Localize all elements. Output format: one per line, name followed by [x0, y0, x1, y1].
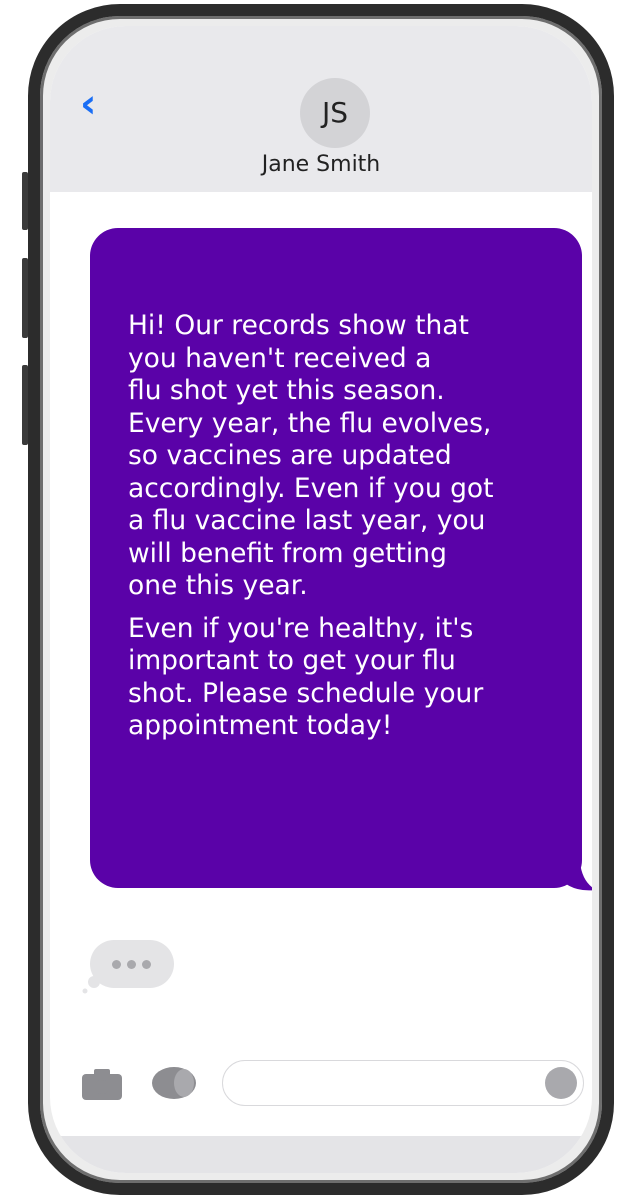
send-icon[interactable] [545, 1067, 577, 1099]
typing-dot [112, 960, 121, 969]
keyboard-area [50, 1136, 592, 1173]
avatar[interactable]: JS [300, 78, 370, 148]
chevron-left-icon[interactable]: ‹ [80, 84, 110, 124]
message-input[interactable] [237, 1061, 531, 1107]
messages-screen: ‹ JS Jane Smith Hi! Our records show tha… [50, 26, 592, 1173]
conversation-header: ‹ JS Jane Smith [50, 26, 592, 192]
camera-icon[interactable] [82, 1068, 122, 1100]
message-input-bar [50, 1056, 592, 1116]
typing-dot [127, 960, 136, 969]
message-field[interactable] [222, 1060, 584, 1107]
bubble-tail [566, 862, 592, 891]
phone-frame: ‹ JS Jane Smith Hi! Our records show tha… [28, 4, 614, 1195]
message-bubble: Hi! Our records show that you haven't re… [90, 228, 582, 888]
typing-dot [142, 960, 151, 969]
message-paragraph: Even if you're healthy, it's important t… [128, 612, 484, 742]
message-paragraph: Hi! Our records show that you haven't re… [128, 310, 494, 601]
typing-bubble-tail [82, 976, 100, 994]
app-store-icon[interactable] [150, 1066, 198, 1100]
phone-mockup: ‹ JS Jane Smith Hi! Our records show tha… [0, 0, 618, 1199]
typing-dots-icon [90, 940, 174, 988]
contact-name[interactable]: Jane Smith [50, 152, 592, 177]
